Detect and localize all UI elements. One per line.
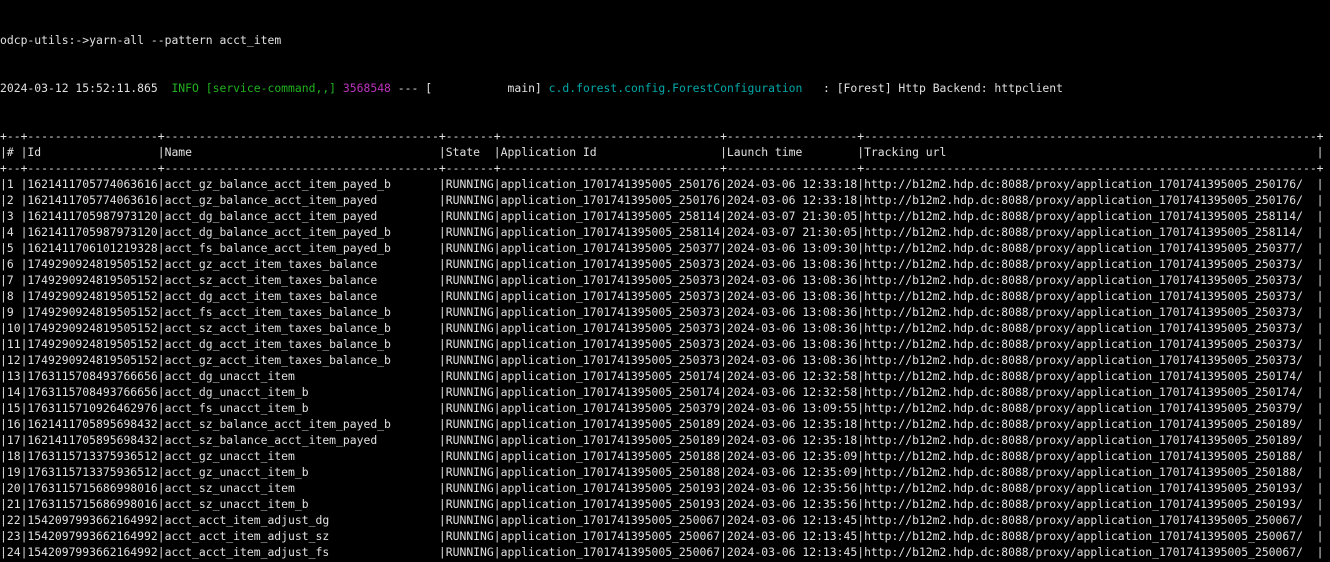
table-row: |5 |1621411706101219328|acct_fs_balance_… bbox=[0, 240, 1330, 256]
table-row: |17|1621411705895698432|acct_sz_balance_… bbox=[0, 432, 1330, 448]
table-row: |11|1749290924819505152|acct_dg_acct_ite… bbox=[0, 336, 1330, 352]
table-row: |18|1763115713375936512|acct_gz_unacct_i… bbox=[0, 448, 1330, 464]
table-row: |1 |1621411705774063616|acct_gz_balance_… bbox=[0, 176, 1330, 192]
log-segment-green: INFO [service-command,,] bbox=[171, 81, 336, 95]
shell-prompt: odcp-utils:-> bbox=[0, 33, 89, 47]
log-segment-cyan: c.d.forest.config.ForestConfiguration bbox=[549, 81, 803, 95]
log-segment-fg bbox=[336, 81, 343, 95]
log-segment-fg: --- [ main] bbox=[391, 81, 549, 95]
command-line: odcp-utils:->yarn-all --pattern acct_ite… bbox=[0, 32, 1330, 48]
table-separator: +--+-------------------+----------------… bbox=[0, 160, 1330, 176]
table-row: |21|1763115715686998016|acct_sz_unacct_i… bbox=[0, 496, 1330, 512]
table-row: |20|1763115715686998016|acct_sz_unacct_i… bbox=[0, 480, 1330, 496]
table-row: |23|1542097993662164992|acct_acct_item_a… bbox=[0, 528, 1330, 544]
table-row: |13|1763115708493766656|acct_dg_unacct_i… bbox=[0, 368, 1330, 384]
table-row: |16|1621411705895698432|acct_sz_balance_… bbox=[0, 416, 1330, 432]
log-line: 2024-03-12 15:52:11.865 INFO [service-co… bbox=[0, 80, 1330, 96]
table-row: |12|1749290924819505152|acct_gz_acct_ite… bbox=[0, 352, 1330, 368]
terminal-screen[interactable]: odcp-utils:->yarn-all --pattern acct_ite… bbox=[0, 0, 1330, 562]
table-row: |9 |1749290924819505152|acct_fs_acct_ite… bbox=[0, 304, 1330, 320]
table-row: |2 |1621411705774063616|acct_gz_balance_… bbox=[0, 192, 1330, 208]
log-segment-fg: : [Forest] Http Backend: httpclient bbox=[802, 81, 1063, 95]
table-row: |7 |1749290924819505152|acct_sz_acct_ite… bbox=[0, 272, 1330, 288]
table-header: |# |Id |Name |State |Application Id |Lau… bbox=[0, 144, 1330, 160]
log-segment-magenta: 3568548 bbox=[343, 81, 391, 95]
table-row: |22|1542097993662164992|acct_acct_item_a… bbox=[0, 512, 1330, 528]
table-row: |15|1763115710926462976|acct_fs_unacct_i… bbox=[0, 400, 1330, 416]
command-text: yarn-all --pattern acct_item bbox=[89, 33, 281, 47]
table-row: |10|1749290924819505152|acct_sz_acct_ite… bbox=[0, 320, 1330, 336]
table-row: |4 |1621411705987973120|acct_dg_balance_… bbox=[0, 224, 1330, 240]
log-segment-fg: 2024-03-12 15:52:11.865 bbox=[0, 81, 171, 95]
table-row: |8 |1749290924819505152|acct_dg_acct_ite… bbox=[0, 288, 1330, 304]
table-row: |6 |1749290924819505152|acct_gz_acct_ite… bbox=[0, 256, 1330, 272]
yarn-applications-table: +--+-------------------+----------------… bbox=[0, 128, 1330, 562]
table-row: |19|1763115713375936512|acct_gz_unacct_i… bbox=[0, 464, 1330, 480]
table-row: |14|1763115708493766656|acct_dg_unacct_i… bbox=[0, 384, 1330, 400]
table-row: |24|1542097993662164992|acct_acct_item_a… bbox=[0, 544, 1330, 560]
table-row: |3 |1621411705987973120|acct_dg_balance_… bbox=[0, 208, 1330, 224]
table-separator: +--+-------------------+----------------… bbox=[0, 128, 1330, 144]
